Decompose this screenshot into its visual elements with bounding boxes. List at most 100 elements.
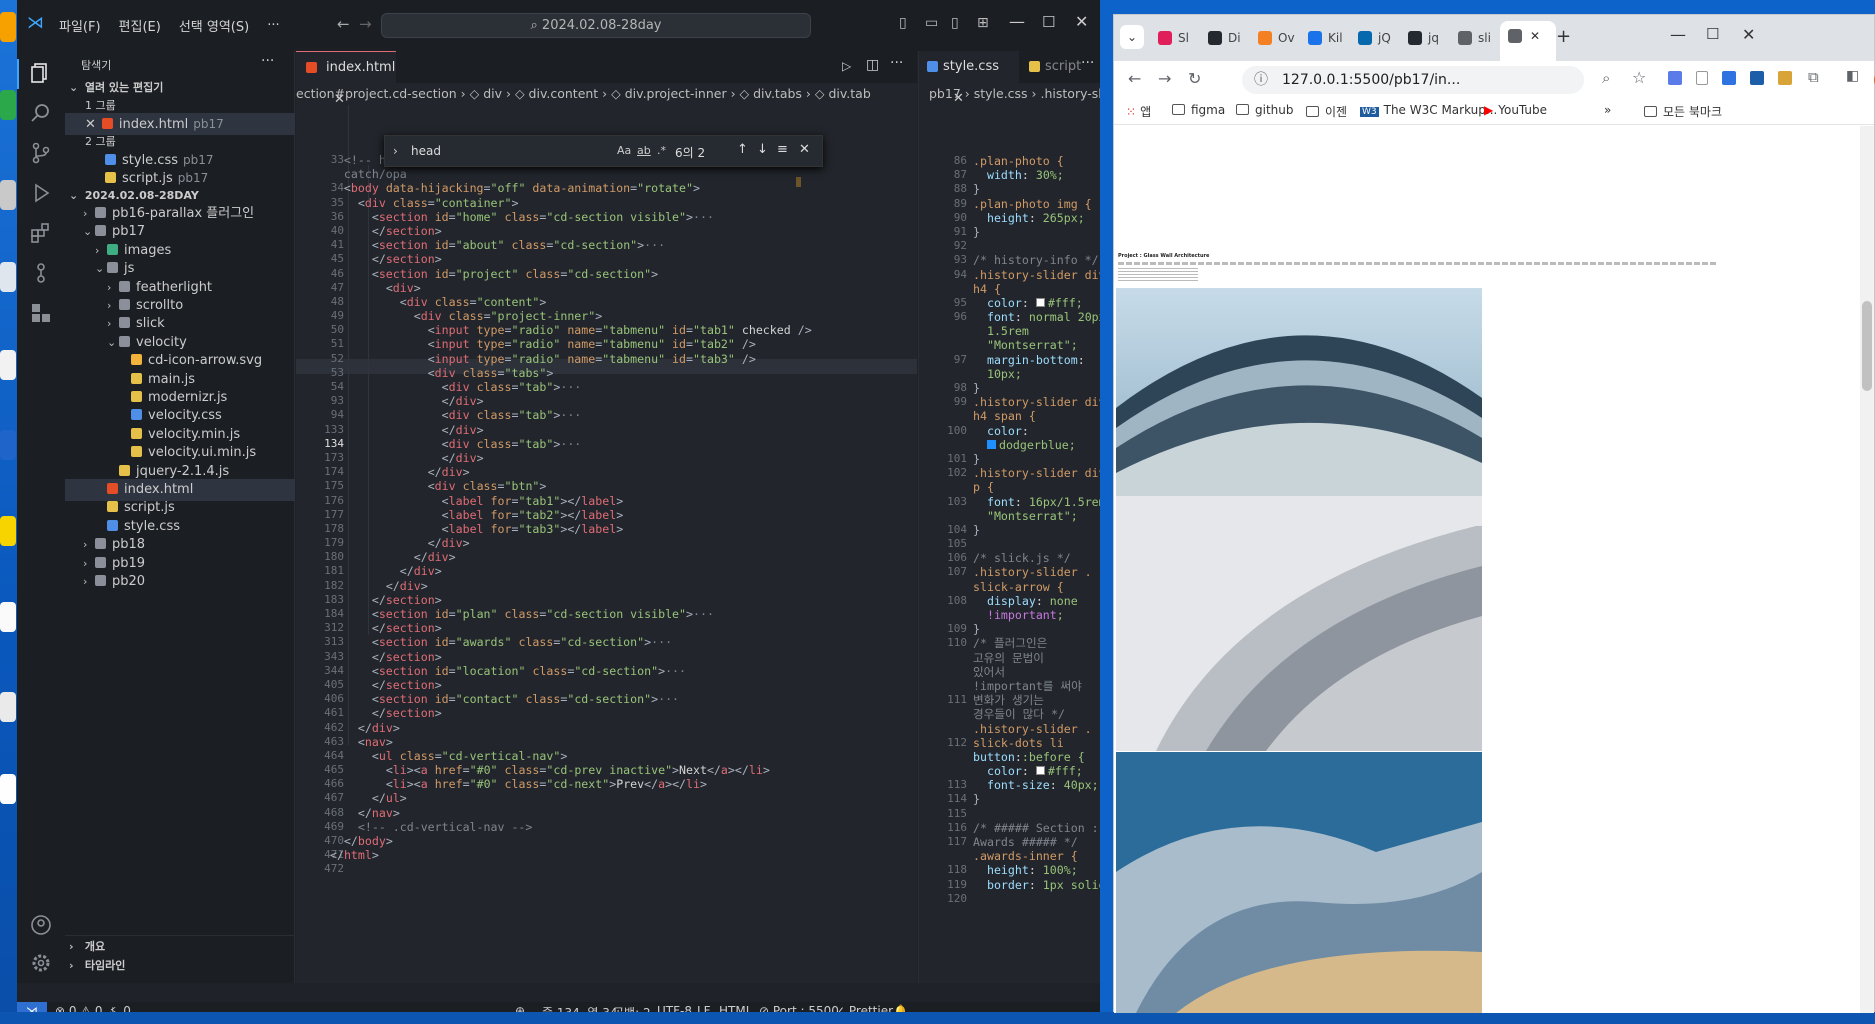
page-viewport[interactable]: Project : Glass Wall Architecture xyxy=(1114,126,1874,1013)
settings-gear-icon[interactable] xyxy=(29,951,53,975)
live-server-port[interactable]: ⊘ Port : 5500 xyxy=(759,1004,839,1012)
tab-style-css[interactable]: style.css ✕ xyxy=(919,51,1019,106)
tab-search-icon[interactable]: ⌄ xyxy=(1120,25,1144,49)
explorer-icon[interactable] xyxy=(29,61,53,85)
minimize-icon[interactable]: — xyxy=(1670,25,1686,44)
menu-selection[interactable]: 선택 영역(S) xyxy=(179,16,249,35)
close-editor-icon[interactable]: ✕ xyxy=(85,117,96,132)
zoom-icon[interactable]: ⊕ xyxy=(515,1004,525,1012)
whole-word-toggle[interactable]: ab xyxy=(637,144,651,157)
address-bar[interactable]: ⓘ 127.0.0.1:5500/pb17/in... xyxy=(1242,66,1584,94)
command-center-search[interactable]: ⌕ 2024.02.08-28day xyxy=(381,13,811,38)
desktop-app-icon[interactable] xyxy=(0,262,16,292)
desktop-app-icon[interactable] xyxy=(0,180,16,210)
desktop-app-icon[interactable] xyxy=(0,12,16,42)
back-icon[interactable]: ← xyxy=(1128,69,1141,88)
page-scrollbar[interactable] xyxy=(1860,126,1874,1013)
cursor-position[interactable]: 줄 134, 열 34 xyxy=(542,1004,618,1012)
regex-toggle[interactable]: .* xyxy=(657,144,666,157)
git-graph-icon[interactable] xyxy=(29,261,53,285)
scrollbar-thumb[interactable] xyxy=(1862,301,1872,391)
editor-more-icon[interactable]: ··· xyxy=(1081,55,1094,71)
source-control-icon[interactable] xyxy=(29,141,53,165)
split-editor-icon[interactable]: ◫ xyxy=(866,57,879,73)
browser-tab[interactable]: Sl xyxy=(1150,23,1198,53)
toggle-panel-icon[interactable]: ▭ xyxy=(925,15,938,31)
site-info-icon[interactable]: ⓘ xyxy=(1254,66,1268,94)
forward-arrow-icon[interactable]: → xyxy=(359,15,372,33)
back-arrow-icon[interactable]: ← xyxy=(337,15,350,33)
run-icon[interactable]: ▷ xyxy=(842,59,851,73)
desktop-app-icon[interactable] xyxy=(0,350,16,380)
previous-match-icon[interactable]: ↑ xyxy=(737,142,748,157)
toggle-secondary-sidebar-icon[interactable]: ▯ xyxy=(951,15,959,31)
toggle-replace-icon[interactable]: › xyxy=(393,144,398,158)
extensions-puzzle-icon[interactable]: ⧉ xyxy=(1808,68,1819,86)
close-find-icon[interactable]: ✕ xyxy=(799,142,810,157)
desktop-app-icon[interactable] xyxy=(0,516,16,546)
maximize-icon[interactable]: ☐ xyxy=(1706,25,1719,43)
menu-file[interactable]: 파일(F) xyxy=(59,16,101,35)
desktop-app-icon[interactable] xyxy=(0,602,16,632)
extension-icon[interactable] xyxy=(1696,71,1708,85)
editor-more-icon[interactable]: ··· xyxy=(890,55,903,71)
forward-icon[interactable]: → xyxy=(1158,69,1171,88)
browser-tab[interactable]: sli xyxy=(1450,23,1498,53)
bookmark-figma[interactable]: figma xyxy=(1172,103,1225,117)
toggle-sidebar-icon[interactable]: ▯ xyxy=(899,15,907,31)
desktop-app-icon[interactable] xyxy=(0,430,16,460)
tab-script[interactable]: script xyxy=(1023,51,1083,83)
match-case-toggle[interactable]: Aa xyxy=(617,144,631,157)
ports-count[interactable]: ⍼ 0 xyxy=(109,1004,131,1012)
search-icon[interactable] xyxy=(29,101,53,125)
maximize-icon[interactable]: ☐ xyxy=(1042,13,1055,31)
account-icon[interactable] xyxy=(29,913,53,937)
bookmark-all[interactable]: 모든 북마크 xyxy=(1644,103,1722,120)
more-actions-icon[interactable]: ··· xyxy=(261,53,274,69)
indentation[interactable]: 공백: 2 xyxy=(613,1004,651,1012)
bookmark-apps[interactable]: ⁙ 앱 xyxy=(1126,103,1151,120)
notifications-icon[interactable]: 🔔 xyxy=(893,1004,908,1012)
extension-icon[interactable] xyxy=(1668,71,1682,85)
close-tab-icon[interactable]: ✕ xyxy=(1530,29,1540,43)
bookmark-star-icon[interactable]: ☆ xyxy=(1632,68,1646,87)
language-mode[interactable]: HTML xyxy=(719,1004,752,1012)
prettier-status[interactable]: ✓ Prettier xyxy=(835,1004,893,1012)
css-breadcrumb[interactable]: pb17 › style.css › .history-sl xyxy=(929,83,1100,105)
bookmark-w3c[interactable]: W3 The W3C Markup... xyxy=(1360,103,1497,117)
desktop-app-icon[interactable] xyxy=(0,692,16,722)
timeline-section[interactable]: › 타임라인 xyxy=(65,955,295,977)
breadcrumb[interactable]: ection#project.cd-section › ◇ div › ◇ di… xyxy=(296,83,917,105)
tab-index-html[interactable]: index.html ✕ xyxy=(296,51,396,107)
extensions-icon[interactable] xyxy=(29,221,53,245)
extension-icon[interactable] xyxy=(1778,71,1792,85)
more-bookmarks-icon[interactable]: » xyxy=(1604,103,1611,117)
browser-tab[interactable]: Ov xyxy=(1250,23,1298,53)
browser-tab[interactable]: Kil xyxy=(1300,23,1348,53)
browser-tab[interactable]: ✕ xyxy=(1500,21,1556,61)
side-panel-icon[interactable]: ◧ xyxy=(1846,68,1859,84)
desktop-app-icon[interactable] xyxy=(0,90,16,120)
bookmark-github[interactable]: github xyxy=(1236,103,1293,117)
close-icon[interactable]: ✕ xyxy=(1742,25,1755,44)
line-ending[interactable]: LF xyxy=(697,1004,711,1012)
menu-more[interactable]: ··· xyxy=(267,18,279,33)
bookmark-youtube[interactable]: ▶ YouTube xyxy=(1484,103,1547,117)
extension-icon[interactable] xyxy=(1722,71,1736,85)
zoom-icon[interactable]: ⌕ xyxy=(1602,69,1610,87)
tree-item[interactable]: › pb20 xyxy=(65,571,295,593)
desktop-app-icon[interactable] xyxy=(0,774,16,804)
bookmark-ijen[interactable]: 이젠 xyxy=(1306,103,1347,120)
next-match-icon[interactable]: ↓ xyxy=(757,142,768,157)
layout-icon[interactable]: ⊞ xyxy=(977,15,989,31)
reload-icon[interactable]: ↻ xyxy=(1188,69,1201,88)
browser-tab[interactable]: Di xyxy=(1200,23,1248,53)
find-in-selection-icon[interactable]: ≡ xyxy=(777,142,788,157)
extension-icon[interactable] xyxy=(1750,71,1764,85)
find-input[interactable]: head xyxy=(411,144,441,158)
minimize-icon[interactable]: — xyxy=(1009,12,1025,31)
new-tab-icon[interactable]: + xyxy=(1556,26,1571,47)
remote-explorer-icon[interactable] xyxy=(29,301,53,325)
browser-tab[interactable]: jq xyxy=(1400,23,1448,53)
outline-section[interactable]: › 개요 xyxy=(65,935,295,957)
